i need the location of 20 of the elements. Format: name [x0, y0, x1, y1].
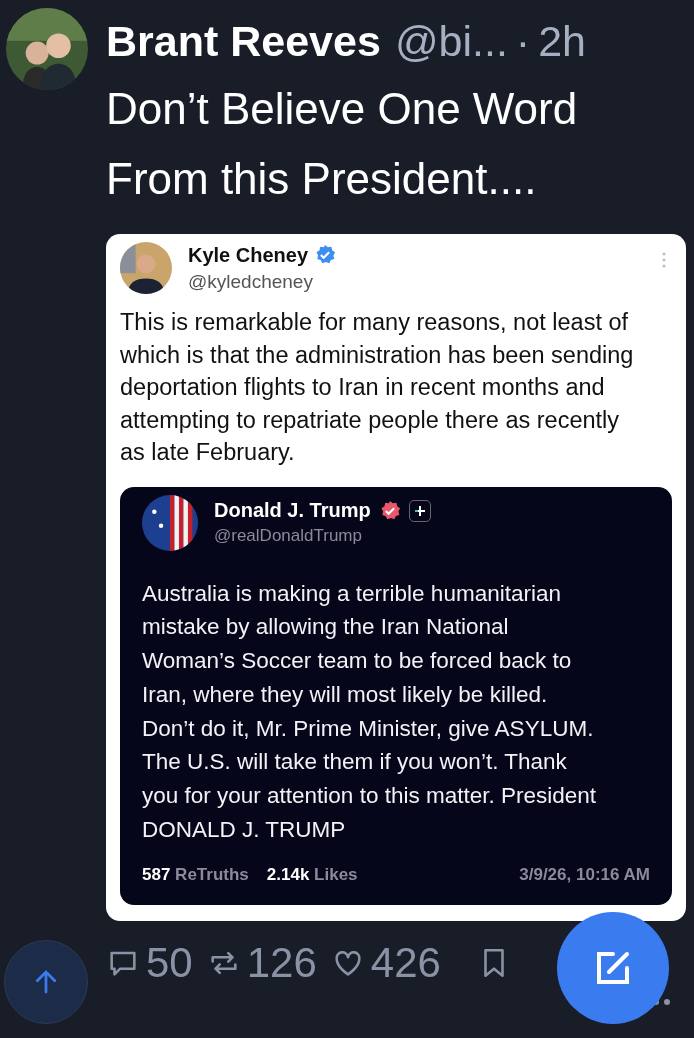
embedded-author-handle: @realDonaldTrump	[214, 526, 363, 546]
embedded-post-text: Australia is making a terrible humanitarian mistake by allowing the Iran National Woman’s Soccer team to be forced back to Iran, where they will most likely be killed. Don’t do it, Mr. Prime Minister, give ASYLUM. The U.S. will take them if you won’t. Thank you for your attention to this matter. President DONALD J. TRUMP	[142, 579, 597, 845]
separator-dot: ·	[515, 16, 531, 67]
like-button[interactable]: 426	[330, 938, 441, 987]
post-time: 2h	[538, 16, 586, 67]
post-text: Don’t Believe One Word From this President....	[106, 83, 579, 205]
reply-button[interactable]: 50	[106, 938, 193, 987]
author-name[interactable]: Brant Reeves	[106, 8, 381, 74]
stat-text: 2.14k Likes	[266, 864, 358, 885]
quoted-author-name: Kyle Cheney	[188, 243, 309, 267]
quoted-post-card[interactable]	[106, 234, 686, 921]
plus-badge-icon	[408, 499, 431, 522]
stat-text: 587 ReTruths	[142, 864, 249, 885]
embedded-author-name: Donald J. Trump	[214, 499, 371, 522]
verified-badge-icon	[314, 244, 337, 266]
post-date: 3/9/26, 10:16 AM	[519, 864, 650, 885]
quoted-post-text: This is remarkable for many reasons, not least of which is that the administration has been sending deportation flights to Iran in recent months and attempting to repatriate people there as recently as late February.	[120, 308, 635, 467]
repost-button[interactable]: 126	[206, 938, 317, 987]
author-handle: @bi...	[394, 16, 508, 67]
quoted-author-handle: @kyledcheney	[188, 270, 314, 293]
